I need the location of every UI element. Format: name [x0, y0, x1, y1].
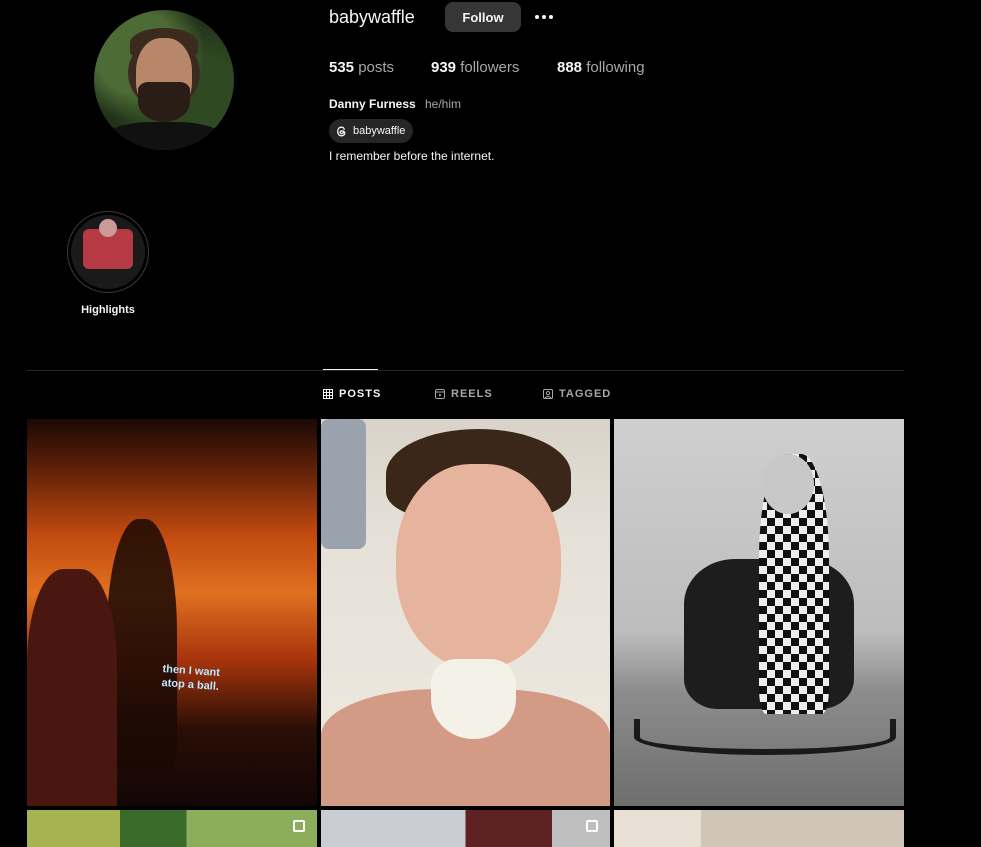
reels-icon [435, 389, 445, 399]
post-thumbnail[interactable] [321, 810, 610, 847]
following-link[interactable]: 888 following [557, 59, 645, 76]
highlight-item[interactable] [67, 211, 149, 293]
tab-reels[interactable]: REELS [435, 388, 493, 400]
tabs-divider [27, 370, 904, 371]
profile-avatar[interactable] [94, 10, 234, 150]
followers-count-label: followers [460, 59, 520, 76]
followers-link[interactable]: 939 followers [431, 59, 519, 76]
post-caption-overlay: then I want atop a ball. [161, 663, 221, 693]
more-options-icon[interactable] [532, 6, 556, 28]
following-count-value: 888 [557, 59, 583, 76]
highlight-cover-image [71, 215, 145, 289]
carousel-icon [293, 820, 305, 832]
username: babywaffle [329, 7, 415, 27]
tab-tagged[interactable]: TAGGED [543, 388, 611, 400]
posts-count: 535 posts [329, 59, 394, 76]
tab-posts[interactable]: POSTS [323, 388, 381, 400]
following-count-label: following [586, 59, 645, 76]
tab-tagged-label: TAGGED [559, 388, 612, 400]
tab-reels-label: REELS [451, 388, 493, 400]
bio-text: I remember before the internet. [329, 149, 495, 163]
post-thumbnail[interactable] [321, 419, 610, 806]
full-name: Danny Furness [329, 97, 416, 111]
carousel-icon [586, 820, 598, 832]
follow-button[interactable]: Follow [445, 2, 521, 32]
highlight-label: Highlights [81, 304, 135, 316]
tagged-icon [543, 389, 553, 399]
threads-link[interactable]: babywaffle [329, 119, 414, 143]
posts-count-label: posts [358, 59, 395, 76]
post-thumbnail[interactable] [614, 419, 904, 806]
grid-icon [323, 389, 333, 399]
pronouns: he/him [425, 97, 462, 111]
post-thumbnail[interactable]: then I want atop a ball. [27, 419, 317, 806]
active-tab-indicator [323, 369, 378, 370]
post-thumbnail[interactable] [27, 810, 317, 847]
threads-icon [337, 126, 346, 136]
followers-count-value: 939 [431, 59, 457, 76]
posts-count-value: 535 [329, 59, 355, 76]
post-thumbnail[interactable] [614, 810, 904, 847]
threads-handle: babywaffle [353, 125, 406, 137]
tab-posts-label: POSTS [339, 388, 382, 400]
